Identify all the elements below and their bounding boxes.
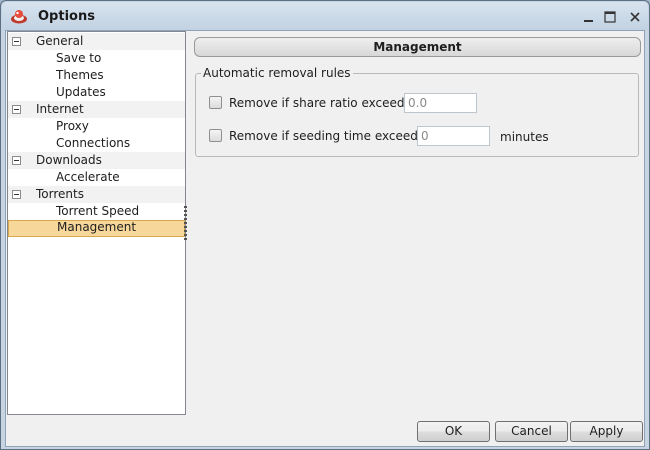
tree-item-torrent-speed[interactable]: Torrent Speed (8, 203, 185, 220)
tree-category-label: General (36, 34, 84, 48)
collapse-icon[interactable] (12, 105, 21, 114)
collapse-icon[interactable] (12, 156, 21, 165)
close-icon[interactable] (628, 10, 642, 24)
title-bar[interactable]: Options (2, 2, 648, 30)
tree-item-label: Proxy (56, 119, 89, 133)
tree-item-connections[interactable]: Connections (8, 135, 185, 152)
tree-item-label: Management (57, 220, 137, 234)
minimize-icon[interactable] (582, 10, 596, 24)
maximize-icon[interactable] (603, 10, 617, 24)
tree-category-downloads[interactable]: Downloads (8, 152, 185, 169)
splitter-handle[interactable] (184, 206, 187, 240)
tree-item-save-to[interactable]: Save to (8, 50, 185, 67)
tree-item-label: Updates (56, 85, 106, 99)
seeding-time-checkbox[interactable] (209, 129, 222, 142)
tree-item-label: Torrent Speed (56, 204, 140, 218)
tree-item-label: Connections (56, 136, 131, 150)
tree-category-label: Torrents (36, 187, 84, 201)
share-ratio-label[interactable]: Remove if share ratio exceedes (229, 96, 418, 110)
tree-item-themes[interactable]: Themes (8, 67, 185, 84)
share-ratio-checkbox[interactable] (209, 96, 222, 109)
collapse-icon[interactable] (12, 190, 21, 199)
removal-rules-group: Automatic removal rules Remove if share … (195, 66, 639, 157)
tree-item-label: Accelerate (56, 170, 120, 184)
tree-item-updates[interactable]: Updates (8, 84, 185, 101)
collapse-icon[interactable] (12, 37, 21, 46)
tree-category-internet[interactable]: Internet (8, 101, 185, 118)
minutes-unit-label: minutes (500, 130, 549, 144)
apply-button[interactable]: Apply (570, 421, 643, 442)
options-window: Options General Save to Themes Updates I… (0, 0, 650, 450)
cancel-button[interactable]: Cancel (495, 421, 568, 442)
seeding-time-input[interactable] (417, 126, 490, 146)
tree-item-management[interactable]: Management (8, 220, 185, 237)
tree-item-label: Themes (56, 68, 104, 82)
share-ratio-input[interactable] (404, 93, 477, 113)
ok-button[interactable]: OK (417, 421, 490, 442)
tree-category-torrents[interactable]: Torrents (8, 186, 185, 203)
tree-category-label: Internet (36, 102, 84, 116)
settings-tree[interactable]: General Save to Themes Updates Internet … (7, 31, 186, 415)
seeding-time-label[interactable]: Remove if seeding time exceedes (229, 129, 432, 143)
tree-category-label: Downloads (36, 153, 102, 167)
tree-category-general[interactable]: General (8, 33, 185, 50)
group-title: Automatic removal rules (201, 66, 353, 80)
tree-item-accelerate[interactable]: Accelerate (8, 169, 185, 186)
options-content: General Save to Themes Updates Internet … (5, 30, 645, 447)
tree-item-proxy[interactable]: Proxy (8, 118, 185, 135)
app-logo-icon (11, 10, 27, 24)
window-title: Options (38, 9, 95, 24)
section-header: Management (194, 37, 641, 57)
tree-item-label: Save to (56, 51, 102, 65)
